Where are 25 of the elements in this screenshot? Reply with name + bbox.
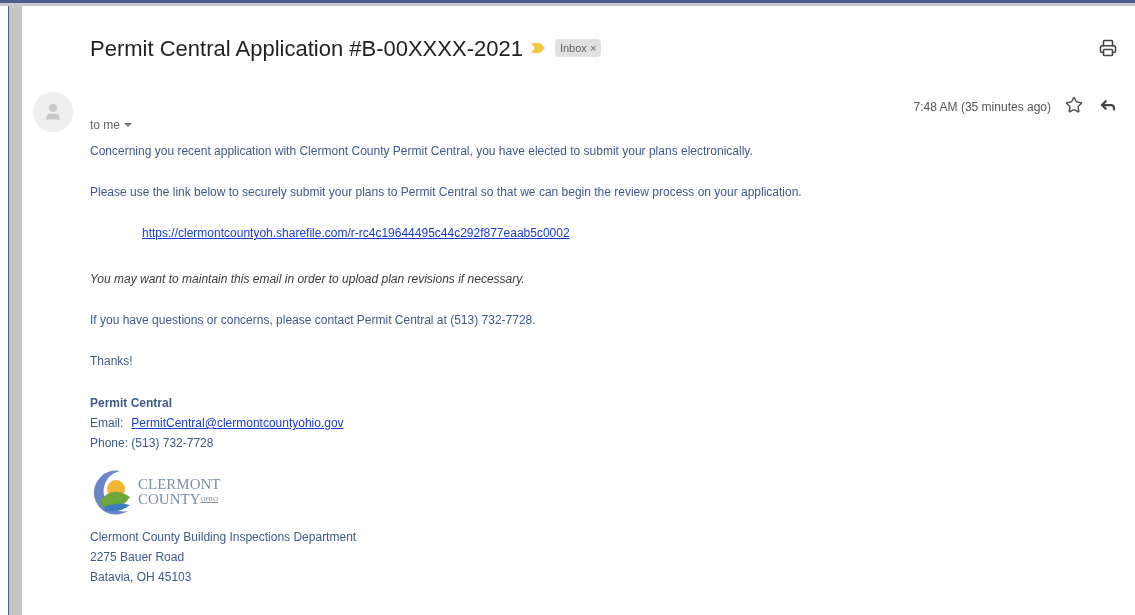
print-icon[interactable] [1099,39,1117,57]
address-line: 2275 Bauer Road [90,549,186,566]
dropdown-icon[interactable] [124,122,132,128]
paragraph: Thanks! [90,353,134,370]
recipient: to me [90,117,120,134]
paragraph: Please use the link below to securely submit your plans to Permit Central so that we can begin the review process on your application. [90,184,803,201]
logo-text: COUNTY [138,492,201,507]
link[interactable]: https://clermontcountyoh.sharefile.com/r-rc4c19644495c44c292f877eaab5c0002 [142,226,570,240]
remove-label-button[interactable]: × [589,41,597,54]
email-subject: Permit Central Application #B-00XXXX-2021 [90,34,523,63]
importance-marker-icon [530,43,545,53]
paragraph: If you have questions or concerns, please contact Permit Central at (513) 732-7728. [90,312,537,329]
person-icon [43,102,63,122]
star-icon[interactable] [1065,96,1083,114]
signature-name: Permit Central [90,395,174,412]
phone-number: Phone: (513) 732-7728 [90,435,215,452]
timestamp: 7:48 AM (35 minutes ago) [913,99,1051,116]
paragraph: Concerning you recent application with Clermont County Permit Central, you have elected to submit your plans electronically. [90,143,754,160]
address-line: Batavia, OH 45103 [90,569,193,586]
logo-text: CLERMONT [138,477,221,492]
email-label: Email: [90,415,124,432]
inbox-label[interactable]: Inbox × [554,38,602,58]
address-line: Clermont County Building Inspections Department [90,529,358,546]
paragraph: You may want to maintain this email in order to upload plan revisions if necessary. [90,271,526,288]
email-link[interactable]: PermitCentral@clermontcountyohio.gov [131,413,344,433]
